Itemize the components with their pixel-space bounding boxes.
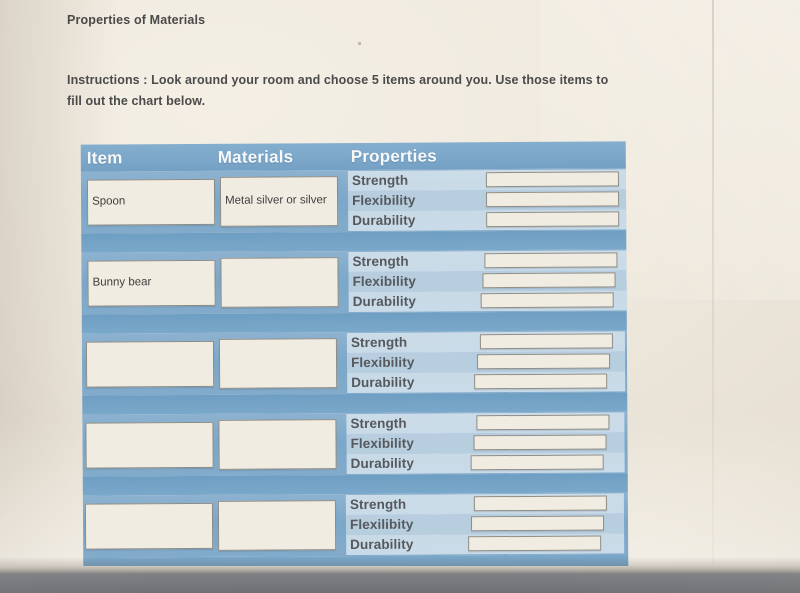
property-strip: Strength: [348, 250, 627, 273]
property-input-box[interactable]: [479, 333, 613, 350]
property-label: Durability: [351, 374, 415, 391]
property-input-box[interactable]: [486, 211, 620, 228]
property-strip: Durability: [348, 290, 627, 313]
item-input-box[interactable]: [85, 340, 215, 388]
property-strip: Flexilibity: [345, 513, 625, 536]
paper-speck: [358, 42, 361, 45]
materials-input-box[interactable]: [218, 338, 338, 389]
property-label: Strength: [350, 415, 407, 432]
property-label: Durability: [350, 455, 414, 472]
table-row: Spoon Metal silver or silver Strength Flexi…: [80, 168, 627, 234]
property-label: Flexibility: [352, 192, 416, 209]
page-title: Properties of Materials: [67, 13, 206, 27]
property-input-box[interactable]: [486, 191, 620, 208]
instructions-text: Instructions : Look around your room and…: [67, 73, 609, 108]
property-strip: Durability: [347, 371, 626, 394]
property-strip: Strength: [346, 412, 625, 435]
property-strip: Flexibility: [348, 270, 627, 293]
column-header-materials: Materials: [217, 147, 294, 167]
materials-input-box[interactable]: [220, 257, 339, 308]
property-input-box[interactable]: [470, 515, 605, 532]
property-strip: Strength: [347, 169, 626, 192]
table-row: Bunny bear Strength Flexibility Durability: [81, 249, 627, 315]
materials-input-box[interactable]: Metal silver or silver: [219, 176, 339, 227]
worksheet-photo: Properties of Materials Instructions : L…: [0, 0, 800, 593]
desk-surface: [0, 566, 800, 593]
property-strip: Strength: [346, 331, 625, 354]
materials-input-box[interactable]: [217, 500, 337, 551]
table-row: Strength Flexibility Durability: [81, 330, 628, 396]
property-input-box[interactable]: [480, 292, 614, 309]
property-label: Durability: [352, 212, 416, 229]
property-label: Flexibility: [352, 273, 416, 290]
table-row: Strength Flexibility Durability: [82, 411, 628, 477]
property-strip: Flexibility: [347, 189, 627, 212]
property-input-box[interactable]: [482, 272, 616, 289]
item-input-box[interactable]: Bunny bear: [87, 259, 216, 307]
property-label: Strength: [349, 496, 407, 513]
property-strip: Flexibility: [346, 351, 626, 374]
property-input-box[interactable]: [485, 171, 619, 188]
property-label: Strength: [352, 253, 409, 270]
table-header-row: Item Materials Properties: [80, 141, 626, 172]
item-input-box[interactable]: Spoon: [86, 178, 216, 226]
property-strip: Durability: [348, 209, 627, 232]
property-input-box[interactable]: [473, 495, 607, 512]
table-row: Strength Flexilibity Durability: [82, 492, 629, 558]
property-label: Flexibility: [350, 435, 414, 452]
property-strip: Durability: [346, 452, 625, 475]
property-input-box[interactable]: [476, 414, 610, 431]
property-label: Strength: [350, 334, 408, 351]
property-input-box[interactable]: [484, 252, 618, 269]
item-input-box[interactable]: [84, 502, 214, 550]
item-value: Spoon: [92, 195, 126, 208]
property-strip: Durability: [346, 533, 625, 556]
property-label: Durability: [352, 293, 416, 310]
materials-input-box[interactable]: [218, 419, 337, 470]
item-value: Bunny bear: [92, 276, 152, 289]
property-input-box[interactable]: [468, 535, 602, 552]
property-label: Strength: [351, 172, 409, 189]
property-label: Flexilibity: [349, 516, 414, 533]
property-input-box[interactable]: [470, 454, 604, 471]
properties-table: Item Materials Properties Spoon Metal sil…: [80, 141, 629, 572]
item-input-box[interactable]: [85, 421, 214, 469]
property-input-box[interactable]: [476, 353, 611, 370]
property-strip: Flexibility: [346, 432, 625, 455]
column-header-properties: Properties: [350, 146, 437, 167]
property-label: Flexibility: [350, 354, 415, 371]
property-strip: Strength: [345, 493, 624, 516]
column-header-item: Item: [86, 148, 123, 168]
property-input-box[interactable]: [474, 373, 608, 390]
property-input-box[interactable]: [473, 434, 607, 451]
materials-value: Metal silver or silver: [225, 194, 327, 207]
